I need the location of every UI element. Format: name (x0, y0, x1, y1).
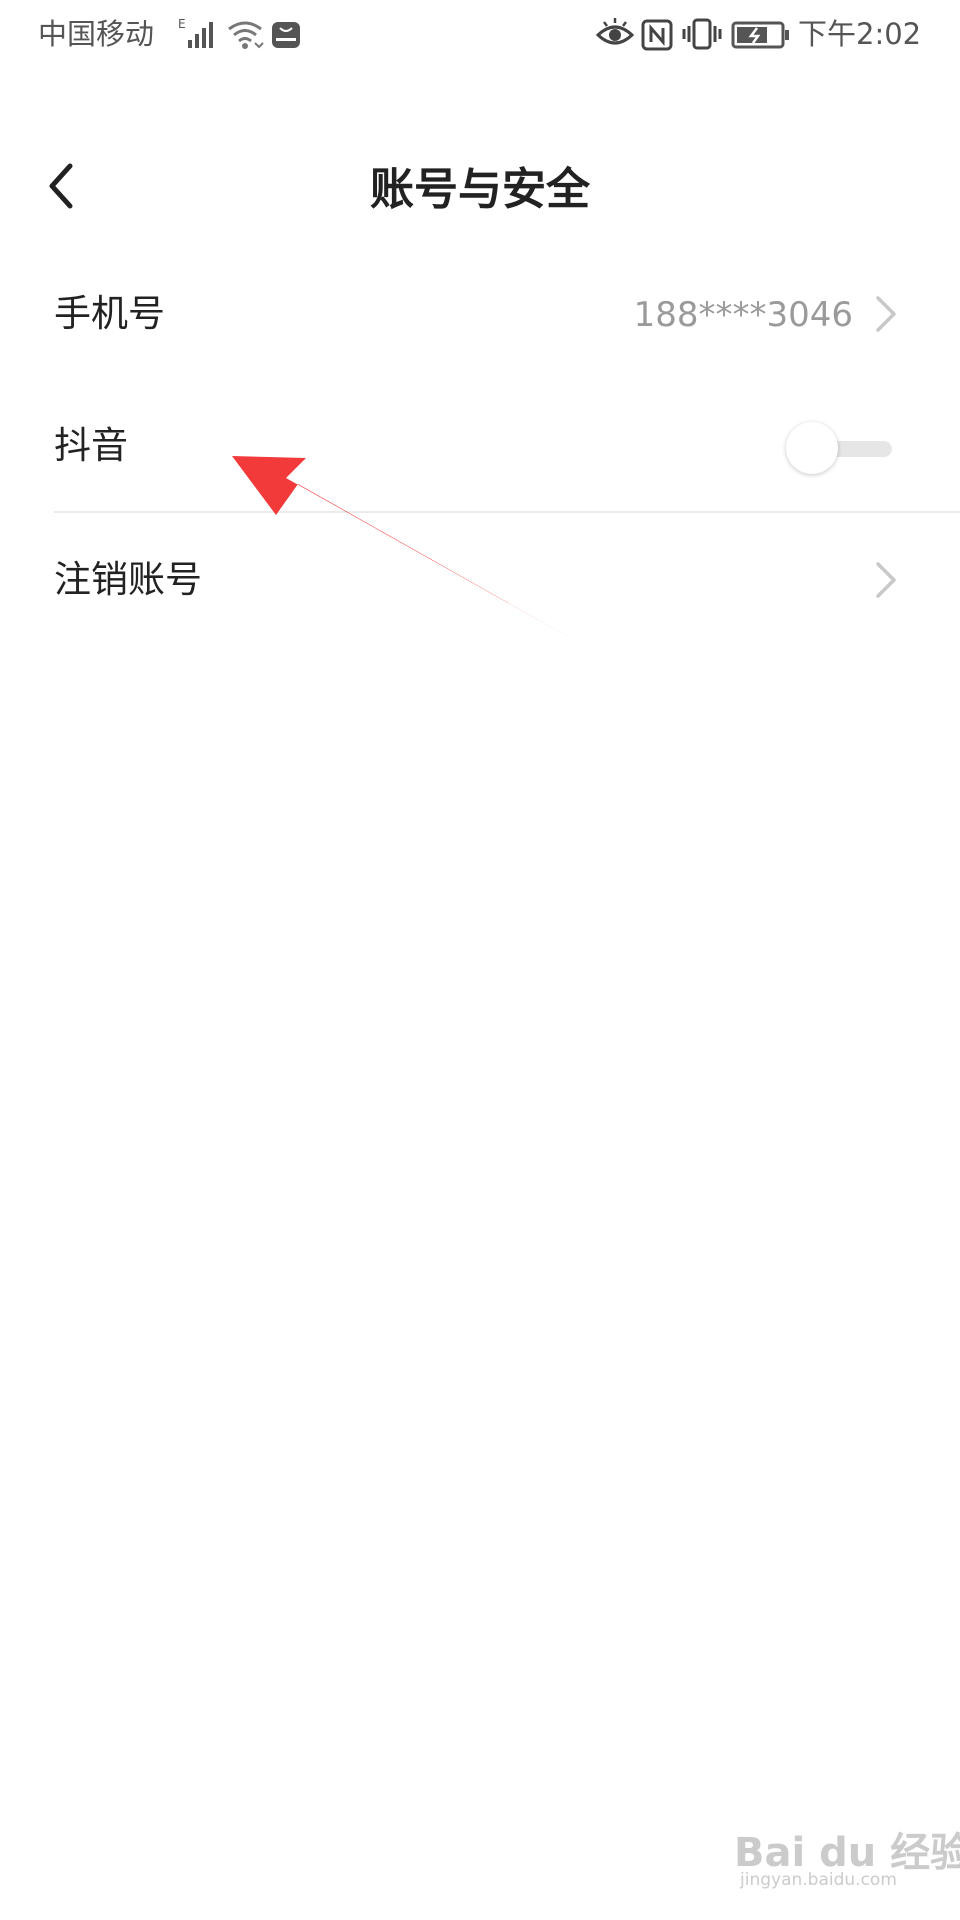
baidu-jingyan-watermark: Bai du 经验 jingyan.baidu.com (734, 1820, 960, 1900)
page-title: 账号与安全 (370, 164, 590, 215)
douyin-toggle[interactable] (786, 420, 892, 476)
cancel-account-row[interactable]: 注销账号 (0, 514, 960, 646)
vibrate-icon (682, 18, 722, 50)
signal-icon: E (178, 17, 213, 48)
toggle-knob (786, 422, 838, 474)
phone-number-value: 188****3046 (633, 295, 853, 335)
douyin-label: 抖音 (54, 424, 128, 467)
watermark-url: jingyan.baidu.com (740, 1870, 897, 1890)
chevron-right-icon (876, 296, 896, 332)
divider (54, 511, 960, 513)
signal-type-label: E (178, 17, 186, 31)
title-bar: 账号与安全 (0, 140, 960, 240)
status-bar: 中国移动 E 下午2:02 (0, 0, 960, 70)
eye-comfort-icon (596, 18, 634, 45)
huawei-app-icon (272, 22, 300, 48)
nfc-icon (641, 19, 673, 51)
status-time: 下午2:02 (798, 17, 922, 51)
battery-charging-icon (731, 21, 789, 49)
carrier-name: 中国移动 (38, 17, 155, 51)
douyin-row: 抖音 (0, 380, 960, 512)
wifi-icon (228, 21, 264, 49)
cancel-account-label: 注销账号 (54, 558, 202, 601)
chevron-right-icon (876, 562, 896, 598)
phone-number-row[interactable]: 手机号 188****3046 (0, 248, 960, 380)
phone-number-label: 手机号 (54, 292, 165, 335)
